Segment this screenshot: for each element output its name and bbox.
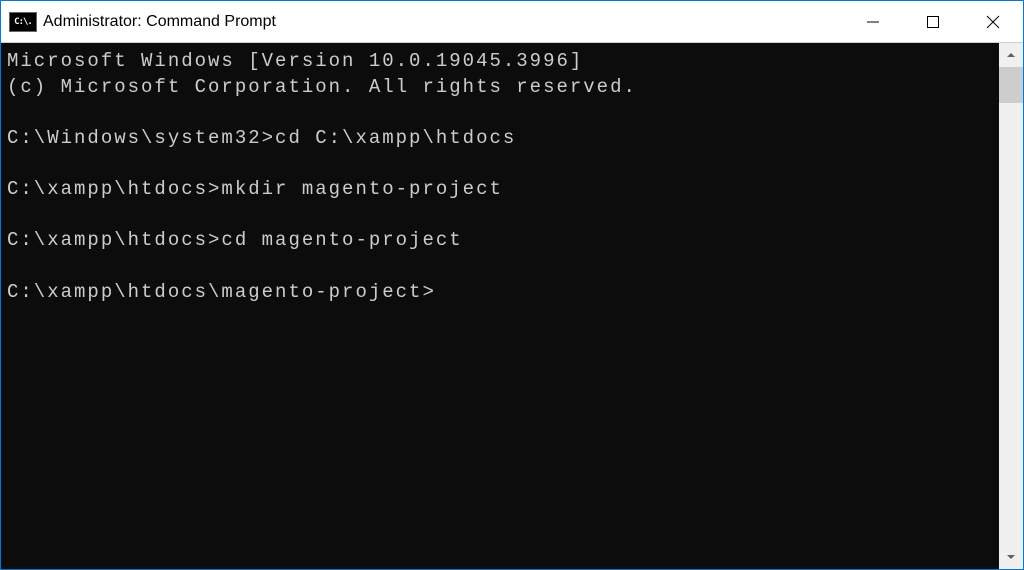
close-icon	[986, 15, 1000, 29]
minimize-icon	[866, 15, 880, 29]
close-button[interactable]	[963, 1, 1023, 42]
cmd-icon-text: C:\.	[14, 17, 32, 27]
minimize-button[interactable]	[843, 1, 903, 42]
maximize-icon	[926, 15, 940, 29]
chevron-up-icon	[1005, 49, 1017, 61]
scroll-thumb[interactable]	[999, 67, 1023, 103]
chevron-down-icon	[1005, 551, 1017, 563]
console-area: Microsoft Windows [Version 10.0.19045.39…	[1, 43, 1023, 569]
window-controls	[843, 1, 1023, 42]
window-title: Administrator: Command Prompt	[43, 1, 843, 43]
command-prompt-window: C:\. Administrator: Command Prompt Micro…	[0, 0, 1024, 570]
scroll-track[interactable]	[999, 67, 1023, 545]
titlebar[interactable]: C:\. Administrator: Command Prompt	[1, 1, 1023, 43]
scroll-down-button[interactable]	[999, 545, 1023, 569]
vertical-scrollbar[interactable]	[999, 43, 1023, 569]
cmd-icon: C:\.	[9, 12, 37, 32]
console-output[interactable]: Microsoft Windows [Version 10.0.19045.39…	[1, 43, 999, 569]
maximize-button[interactable]	[903, 1, 963, 42]
scroll-up-button[interactable]	[999, 43, 1023, 67]
